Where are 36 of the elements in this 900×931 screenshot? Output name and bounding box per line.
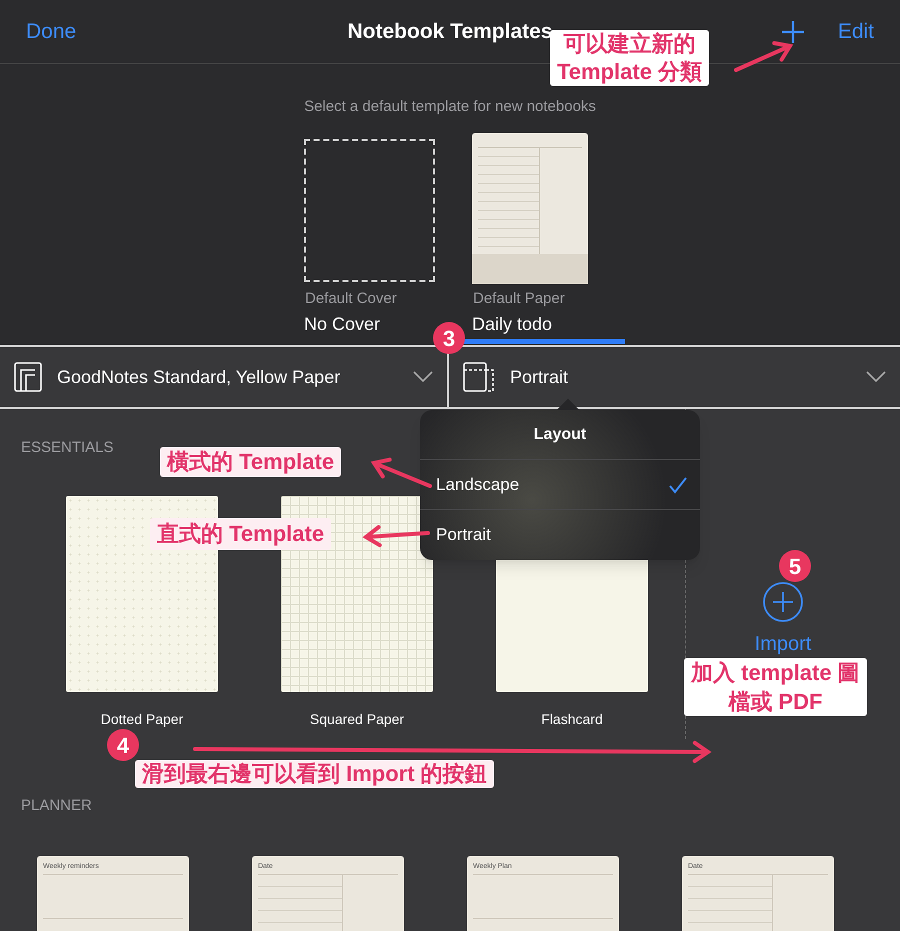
- paper-layers-icon: [14, 362, 42, 392]
- chevron-down-icon: [866, 371, 886, 383]
- template-name: Flashcard: [541, 710, 603, 729]
- chevron-down-icon: [413, 371, 433, 383]
- annotation-label: 加入 template 圖 檔或 PDF: [684, 658, 867, 716]
- step-number-badge: 4: [107, 729, 139, 761]
- template-name: Dotted Paper: [100, 710, 184, 729]
- annotation-label: 橫式的 Template: [160, 447, 342, 477]
- arrow: [362, 525, 430, 548]
- add-button[interactable]: [780, 18, 806, 44]
- prompt-text: Select a default template for new notebooks: [304, 97, 596, 117]
- arrow: [734, 41, 794, 72]
- menu-option[interactable]: Landscape: [420, 460, 700, 510]
- checkmark-icon: [668, 476, 688, 494]
- import-button[interactable]: Import: [748, 581, 818, 659]
- menu-title: Layout: [420, 410, 700, 460]
- default-label: Default Cover: [304, 289, 397, 309]
- section-title: ESSENTIALS: [21, 438, 114, 458]
- section-title: PLANNER: [21, 796, 92, 816]
- annotation-label: 滑到最右邊可以看到 Import 的按鈕: [135, 760, 494, 788]
- template-name: Squared Paper: [310, 710, 404, 729]
- annotation-label: 直式的 Template: [150, 518, 332, 550]
- default-label: Default Paper: [472, 289, 565, 309]
- page-layout-icon: [463, 362, 495, 392]
- default-value: No Cover: [304, 312, 380, 336]
- step-number-badge: 5: [779, 550, 811, 582]
- add-circle-icon: [762, 581, 804, 623]
- arrow: [370, 458, 432, 488]
- default-value: Daily todo: [472, 312, 552, 336]
- annotation-label: 可以建立新的 Template 分類: [550, 30, 710, 86]
- menu-option[interactable]: Portrait: [420, 510, 700, 560]
- paper-thumbnail[interactable]: [472, 132, 588, 284]
- window-title: Notebook Templates: [348, 19, 552, 45]
- done-button[interactable]: Done: [26, 16, 76, 48]
- empty-cover-placeholder[interactable]: [304, 138, 435, 282]
- edit-button[interactable]: Edit: [838, 16, 874, 48]
